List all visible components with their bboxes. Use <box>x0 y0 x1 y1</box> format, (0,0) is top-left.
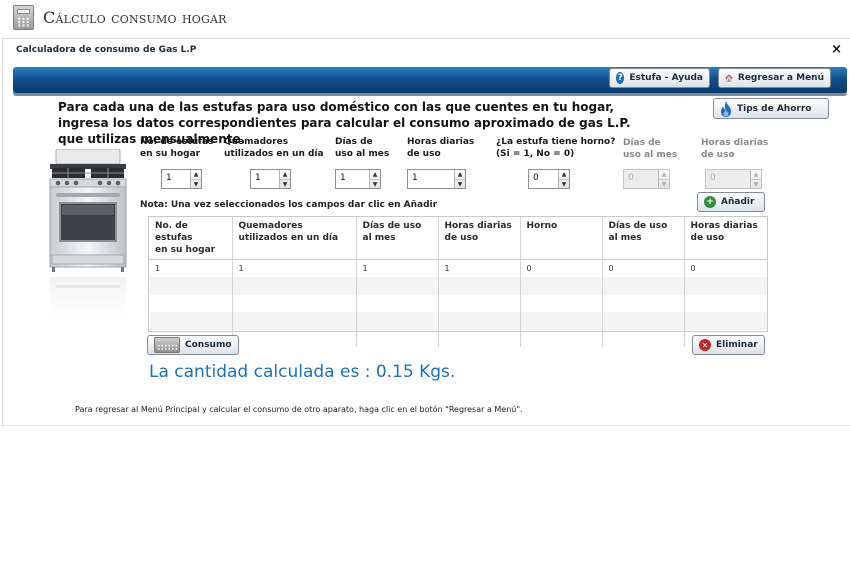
field-label-oven-hours: Horas diarias de uso <box>701 138 769 160</box>
oven-hours-up-arrow: ▲ <box>753 171 759 178</box>
delete-icon: ✕ <box>699 339 711 351</box>
oven-days-down-arrow: ▼ <box>659 179 669 189</box>
table-header-row: No. de estufas en su hogar Quemadores util… <box>149 217 767 260</box>
stove-image <box>49 149 127 329</box>
oven-days-value: 0 <box>628 173 634 183</box>
table-cell: 0 <box>683 259 767 278</box>
oven-stepper[interactable]: 0 ▲ ▼ <box>528 169 570 189</box>
add-button[interactable]: + Añadir <box>697 192 765 212</box>
table-cell: 1 <box>155 264 161 274</box>
oven-days-up-arrow: ▲ <box>661 171 667 178</box>
field-label-stoves: No. de estufas en su hogar <box>140 137 214 159</box>
calculate-label: Consumo <box>185 340 232 350</box>
table-row[interactable]: 1 1 1 1 0 0 0 <box>149 259 767 278</box>
field-label-oven: ¿La estufa tiene horno? (Si = 1, No = 0) <box>496 137 616 159</box>
burners-up-arrow[interactable]: ▲ <box>280 170 290 179</box>
oven-down-arrow[interactable]: ▼ <box>559 179 569 189</box>
column-header[interactable]: Días de uso al mes <box>601 217 684 260</box>
hours-down-arrow[interactable]: ▼ <box>455 179 465 189</box>
field-label-days: Días de uso al mes <box>335 137 390 159</box>
table-empty-row <box>149 312 767 330</box>
help-icon: ? <box>616 72 625 84</box>
table-cell: 0 <box>519 259 602 278</box>
plus-icon: + <box>704 196 716 208</box>
calculate-button[interactable]: Consumo <box>147 335 239 355</box>
days-up-arrow[interactable]: ▲ <box>370 170 380 179</box>
footer-text: Para regresar al Menú Principal y calcul… <box>75 405 523 414</box>
back-to-menu-button[interactable]: Regresar a Menú <box>718 68 831 88</box>
close-button[interactable]: × <box>831 42 842 57</box>
table-empty-row <box>149 277 767 295</box>
table-empty-row <box>149 329 767 348</box>
oven-hours-value: 0 <box>710 173 716 183</box>
window-title: Calculadora de consumo de Gas L.P <box>16 45 197 55</box>
hours-value: 1 <box>412 173 418 183</box>
saving-tips-label: Tips de Ahorro <box>737 103 812 114</box>
table-cell: 1 <box>437 259 520 278</box>
saving-tips-button[interactable]: Tips de Ahorro <box>713 98 829 119</box>
home-icon <box>725 74 733 82</box>
days-stepper[interactable]: 1 ▲ ▼ <box>335 169 381 189</box>
table-cell: 0 <box>601 259 684 278</box>
burners-value: 1 <box>255 173 261 183</box>
oven-hours-down-arrow: ▼ <box>751 179 761 189</box>
table-cell: 1 <box>231 259 356 278</box>
calculator-window: Calculadora de consumo de Gas L.P × ? Es… <box>2 38 850 426</box>
stove-help-label: Estufa - Ayuda <box>629 73 703 83</box>
stoves-stepper[interactable]: 1 ▲ ▼ <box>161 169 202 189</box>
oven-days-stepper: 0 ▲ ▼ <box>623 169 670 189</box>
hours-up-arrow[interactable]: ▲ <box>455 170 465 179</box>
stoves-down-arrow[interactable]: ▼ <box>191 179 201 189</box>
stove-table: No. de estufas en su hogar Quemadores util… <box>148 216 768 348</box>
days-down-arrow[interactable]: ▼ <box>370 179 380 189</box>
calculator-icon <box>154 337 180 353</box>
column-header[interactable]: Días de uso al mes <box>355 217 438 260</box>
burners-stepper[interactable]: 1 ▲ ▼ <box>250 169 291 189</box>
stoves-up-arrow[interactable]: ▲ <box>191 170 201 179</box>
column-header[interactable]: Horno <box>519 217 602 260</box>
field-label-oven-days: Días de uso al mes <box>623 138 678 160</box>
oven-up-arrow[interactable]: ▲ <box>559 170 569 179</box>
column-header[interactable]: No. de estufas en su hogar <box>149 217 232 260</box>
delete-button[interactable]: ✕ Eliminar <box>692 335 765 355</box>
app-title: Cálculo consumo hogar <box>43 8 227 27</box>
oven-hours-stepper: 0 ▲ ▼ <box>705 169 762 189</box>
column-header[interactable]: Horas diarias de uso <box>437 217 520 260</box>
flame-icon <box>721 100 731 117</box>
stoves-value: 1 <box>166 173 172 183</box>
burners-down-arrow[interactable]: ▼ <box>280 179 290 189</box>
column-header[interactable]: Quemadores utilizados en un día <box>231 217 356 260</box>
table-empty-row <box>149 294 767 313</box>
toolbar-banner: ? Estufa - Ayuda Regresar a Menú <box>13 67 847 93</box>
note-text: Nota: Una vez seleccionados los campos d… <box>140 200 438 210</box>
result-text: La cantidad calculada es : 0.15 Kgs. <box>149 362 456 382</box>
days-value: 1 <box>340 173 346 183</box>
add-label: Añadir <box>721 197 755 207</box>
field-label-burners: Quemadores utilizados en un día <box>224 137 324 159</box>
table-cell: 1 <box>355 259 438 278</box>
oven-value: 0 <box>533 173 539 183</box>
back-to-menu-label: Regresar a Menú <box>737 73 824 83</box>
stove-help-button[interactable]: ? Estufa - Ayuda <box>609 68 710 88</box>
column-header[interactable]: Horas diarias de uso <box>683 217 767 260</box>
hours-stepper[interactable]: 1 ▲ ▼ <box>407 169 466 189</box>
calculator-icon <box>13 5 34 30</box>
app-header: Cálculo consumo hogar <box>0 0 850 38</box>
delete-label: Eliminar <box>716 340 758 350</box>
field-label-hours: Horas diarias de uso <box>407 137 475 159</box>
